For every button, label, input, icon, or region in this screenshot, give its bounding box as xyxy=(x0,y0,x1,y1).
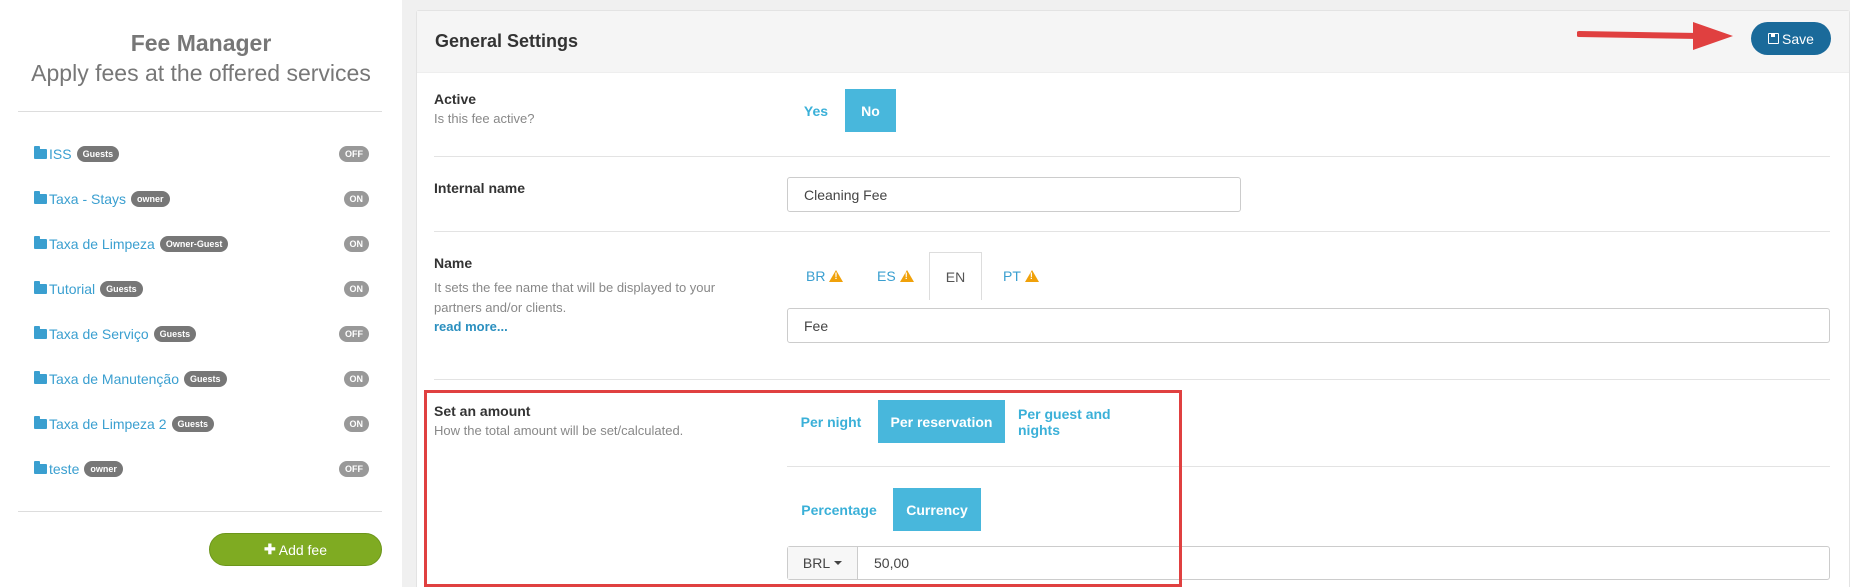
tab-label: ES xyxy=(877,268,896,284)
name-desc: It sets the fee name that will be displa… xyxy=(434,280,716,315)
fee-badge: Guests xyxy=(153,326,197,342)
add-fee-label: Add fee xyxy=(278,541,327,558)
folder-icon xyxy=(34,416,47,429)
plus-icon: ✚ xyxy=(264,541,276,557)
name-input[interactable]: Fee xyxy=(787,308,1830,343)
folder-icon xyxy=(34,146,47,159)
fee-name[interactable]: ISS xyxy=(49,146,72,162)
annotation-arrow-icon xyxy=(1577,22,1733,50)
fee-name[interactable]: Tutorial xyxy=(49,281,95,297)
tab-br[interactable]: BR xyxy=(806,252,844,300)
read-more-link[interactable]: read more... xyxy=(434,319,508,334)
warning-icon xyxy=(899,270,914,282)
divider xyxy=(434,231,1830,232)
tab-label: PT xyxy=(1003,268,1021,284)
save-button[interactable]: Save xyxy=(1751,22,1831,55)
fee-status-toggle[interactable]: OFF xyxy=(339,146,369,162)
folder-icon xyxy=(34,236,47,249)
divider xyxy=(434,156,1830,157)
fee-badge: Guests xyxy=(76,146,120,162)
folder-icon xyxy=(34,191,47,204)
fee-status-toggle[interactable]: ON xyxy=(343,191,369,207)
add-fee-button[interactable]: ✚ Add fee xyxy=(209,533,382,566)
active-no-option[interactable]: No xyxy=(845,89,896,132)
divider xyxy=(434,379,1830,380)
fee-name[interactable]: Taxa de Limpeza 2 xyxy=(49,416,167,432)
tab-pt[interactable]: PT xyxy=(1003,252,1039,300)
fee-item[interactable]: teste owner OFF xyxy=(34,457,369,481)
fee-item[interactable]: Taxa - Stays owner ON xyxy=(34,187,369,211)
fee-badge: Guests xyxy=(171,416,215,432)
internal-name-label: Internal name xyxy=(434,180,526,196)
fee-badge: Owner-Guest xyxy=(159,236,229,252)
highlight-box xyxy=(424,390,1182,587)
divider xyxy=(18,511,382,512)
sidebar-subtitle: Apply fees at the offered services xyxy=(31,60,371,86)
fee-badge: Guests xyxy=(183,371,227,387)
fee-badge: Guests xyxy=(100,281,143,297)
fee-status-toggle[interactable]: OFF xyxy=(339,461,369,477)
fee-item[interactable]: Tutorial Guests ON xyxy=(34,277,369,301)
floppy-disk-icon xyxy=(1768,33,1780,44)
internal-name-input[interactable]: Cleaning Fee xyxy=(787,177,1241,212)
active-label: Active xyxy=(434,91,477,107)
fee-status-toggle[interactable]: OFF xyxy=(339,326,369,342)
tab-label: EN xyxy=(945,268,966,285)
divider xyxy=(18,111,382,112)
fee-status-toggle[interactable]: ON xyxy=(343,371,369,387)
folder-icon xyxy=(34,326,47,339)
fee-name[interactable]: teste xyxy=(49,461,79,477)
sidebar-title: Fee Manager xyxy=(130,30,272,56)
fee-item[interactable]: Taxa de Manutenção Guests ON xyxy=(34,367,369,391)
fee-item[interactable]: Taxa de Serviço Guests OFF xyxy=(34,322,369,346)
folder-icon xyxy=(34,281,47,294)
folder-icon xyxy=(34,461,47,474)
tab-es[interactable]: ES xyxy=(877,252,914,300)
fee-item[interactable]: Taxa de Limpeza 2 Guests ON xyxy=(34,412,369,436)
fee-status-toggle[interactable]: ON xyxy=(343,416,369,432)
warning-icon xyxy=(1024,270,1039,282)
fee-name[interactable]: Taxa - Stays xyxy=(49,191,126,207)
fee-item[interactable]: Taxa de Limpeza Owner-Guest ON xyxy=(34,232,369,256)
fee-name[interactable]: Taxa de Serviço xyxy=(49,326,149,342)
fee-badge: owner xyxy=(131,191,170,207)
fee-status-toggle[interactable]: ON xyxy=(343,236,369,252)
active-yes-option[interactable]: Yes xyxy=(788,89,844,132)
active-desc: Is this fee active? xyxy=(434,111,535,126)
folder-icon xyxy=(34,371,47,384)
sidebar: Fee Manager Apply fees at the offered se… xyxy=(0,0,402,587)
tab-en[interactable]: EN xyxy=(929,252,982,300)
fee-status-toggle[interactable]: ON xyxy=(343,281,369,297)
fee-name[interactable]: Taxa de Manutenção xyxy=(49,371,179,387)
save-label: Save xyxy=(1782,30,1814,47)
fee-name[interactable]: Taxa de Limpeza xyxy=(49,236,155,252)
warning-icon xyxy=(829,270,844,282)
fee-badge: owner xyxy=(84,461,123,477)
fee-item[interactable]: ISS Guests OFF xyxy=(34,142,369,166)
name-label: Name xyxy=(434,255,473,271)
panel-title: General Settings xyxy=(435,31,579,51)
tab-label: BR xyxy=(806,268,826,284)
